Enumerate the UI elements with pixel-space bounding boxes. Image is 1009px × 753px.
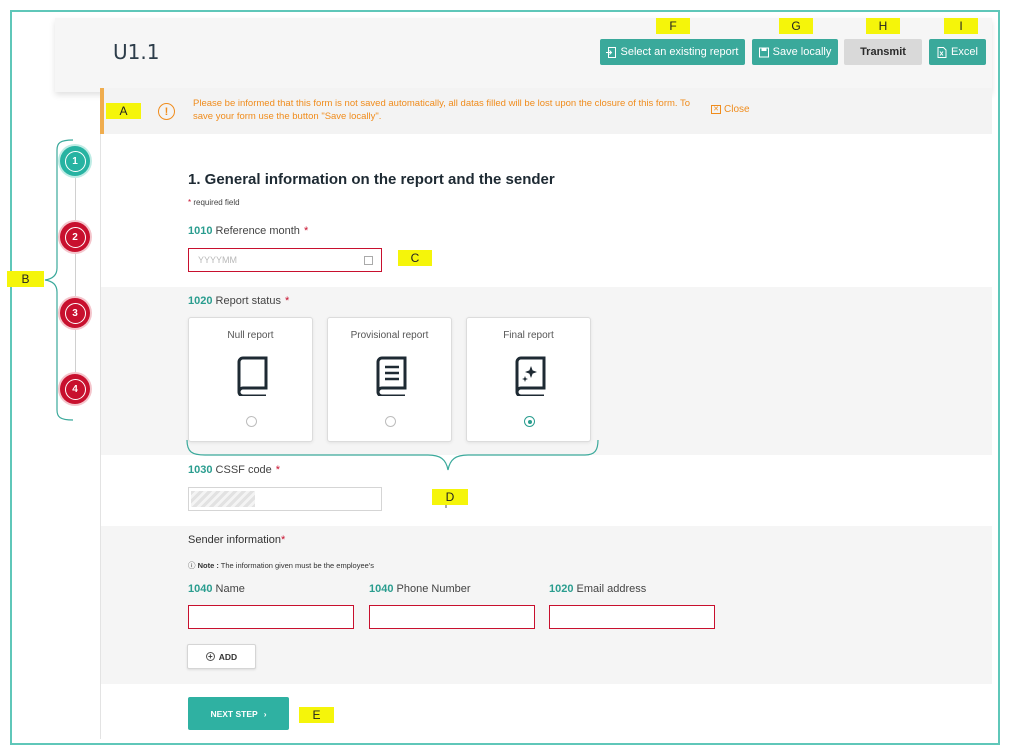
- sender-section-title: Sender information*: [188, 534, 286, 546]
- book-sparkle-icon: [515, 356, 546, 396]
- report-status-label: 1020 Report status *: [188, 295, 290, 307]
- reference-month-placeholder: YYYYMM: [198, 255, 238, 265]
- reference-month-input[interactable]: YYYYMM: [188, 248, 382, 272]
- report-option-label: Null report: [227, 330, 274, 341]
- redacted-value: [191, 491, 255, 507]
- step-number: 3: [64, 302, 86, 324]
- cssf-code-input[interactable]: [188, 487, 382, 511]
- step-connector: [75, 176, 76, 226]
- report-option-label: Final report: [503, 330, 554, 341]
- next-step-button[interactable]: NEXT STEP ›: [188, 697, 289, 730]
- annotation-label-i: I: [944, 18, 978, 34]
- next-step-label: NEXT STEP: [210, 708, 258, 719]
- annotation-label-g: G: [779, 18, 813, 34]
- step-2[interactable]: 2: [60, 222, 90, 252]
- excel-label: Excel: [951, 46, 978, 58]
- field-label-text: Email address: [576, 583, 647, 595]
- section-title: 1. General information on the report and…: [188, 171, 555, 188]
- required-field-note: * required field: [188, 198, 240, 207]
- annotation-label-e: E: [299, 707, 334, 723]
- field-label-text: CSSF code: [215, 464, 272, 476]
- field-code: 1030: [188, 464, 213, 476]
- annotation-label-c: C: [398, 250, 432, 266]
- annotation-label-b: B: [7, 271, 44, 287]
- add-icon: +: [205, 652, 215, 661]
- sender-title-text: Sender information: [188, 534, 281, 546]
- field-code: 1020: [549, 583, 574, 595]
- required-field-text: required field: [193, 198, 240, 207]
- chevron-right-icon: ›: [263, 708, 267, 719]
- select-existing-report-button[interactable]: Select an existing report: [600, 39, 745, 65]
- transmit-label: Transmit: [860, 46, 906, 58]
- warning-icon: !: [158, 103, 175, 120]
- excel-button[interactable]: Excel: [929, 39, 986, 65]
- field-label-text: Reference month: [215, 225, 300, 237]
- close-icon: ✕: [711, 105, 721, 114]
- field-label-text: Name: [215, 583, 245, 595]
- sender-phone-input[interactable]: [369, 605, 535, 629]
- report-option-null[interactable]: Null report: [188, 317, 313, 442]
- step-3[interactable]: 3: [60, 298, 90, 328]
- report-option-radio[interactable]: [385, 416, 396, 427]
- sender-name-label: 1040 Name: [188, 583, 245, 595]
- field-label-text: Phone Number: [396, 583, 471, 595]
- step-1[interactable]: 1: [60, 146, 90, 176]
- field-code: 1040: [188, 583, 213, 595]
- close-banner-button[interactable]: ✕ Close: [711, 104, 750, 115]
- close-banner-label: Close: [724, 104, 750, 115]
- add-sender-button[interactable]: + ADD: [187, 644, 256, 669]
- step-number: 4: [64, 378, 86, 400]
- add-sender-label: ADD: [218, 651, 238, 662]
- sender-note: ⓘ Note : The information given must be t…: [188, 560, 374, 571]
- cssf-code-label: 1030 CSSF code *: [188, 464, 281, 476]
- report-option-label: Provisional report: [350, 330, 429, 341]
- warning-message: Please be informed that this form is not…: [193, 98, 691, 122]
- transmit-button[interactable]: Transmit: [844, 39, 922, 65]
- reference-month-label: 1010 Reference month *: [188, 225, 309, 237]
- save-icon: [758, 47, 769, 57]
- calendar-icon[interactable]: [364, 256, 373, 265]
- step-connector: [75, 328, 76, 378]
- book-icon: [237, 356, 268, 396]
- annotation-label-h: H: [866, 18, 900, 34]
- report-option-radio[interactable]: [246, 416, 257, 427]
- annotation-label-d: D: [432, 489, 468, 505]
- page-title: U1.1: [113, 40, 160, 64]
- report-option-radio[interactable]: [524, 416, 535, 427]
- save-locally-label: Save locally: [772, 46, 832, 58]
- save-locally-button[interactable]: Save locally: [752, 39, 838, 65]
- annotation-label-f: F: [656, 18, 690, 34]
- info-icon: ⓘ: [188, 561, 196, 570]
- sender-email-input[interactable]: [549, 605, 715, 629]
- field-code: 1040: [369, 583, 394, 595]
- excel-file-icon: [937, 46, 947, 58]
- step-number: 1: [64, 150, 86, 172]
- import-file-icon: [606, 46, 617, 58]
- report-option-final[interactable]: Final report: [466, 317, 591, 442]
- select-existing-report-label: Select an existing report: [620, 46, 739, 58]
- sender-phone-label: 1040 Phone Number: [369, 583, 471, 595]
- sender-note-prefix: Note :: [197, 561, 219, 570]
- field-code: 1020: [188, 295, 213, 307]
- book-text-icon: [376, 356, 407, 396]
- sender-note-text: The information given must be the employ…: [220, 561, 374, 570]
- field-code: 1010: [188, 225, 213, 237]
- annotation-label-a: A: [106, 103, 141, 119]
- sender-name-input[interactable]: [188, 605, 354, 629]
- report-option-provisional[interactable]: Provisional report: [327, 317, 452, 442]
- field-label-text: Report status: [215, 295, 281, 307]
- sender-email-label: 1020 Email address: [549, 583, 646, 595]
- step-4[interactable]: 4: [60, 374, 90, 404]
- step-number: 2: [64, 226, 86, 248]
- step-connector: [75, 252, 76, 302]
